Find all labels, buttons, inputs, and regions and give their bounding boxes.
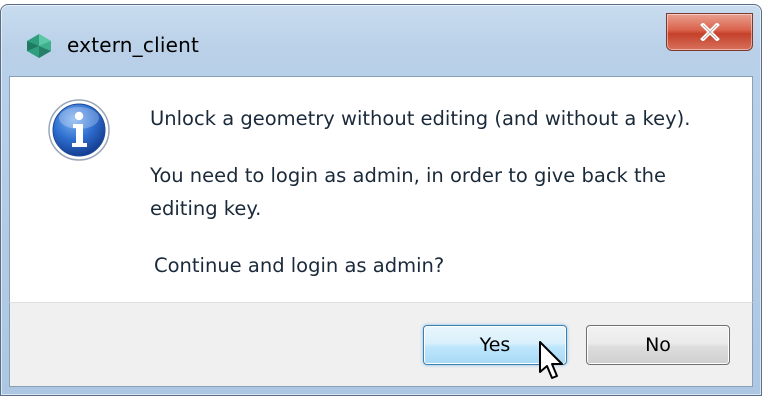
- yes-button[interactable]: Yes: [423, 325, 567, 365]
- message-line-1: Unlock a geometry without editing (and w…: [150, 107, 691, 130]
- app-logo-icon: [27, 34, 51, 58]
- info-icon: [48, 99, 110, 161]
- window-title: extern_client: [67, 33, 200, 57]
- no-button[interactable]: No: [586, 325, 730, 365]
- dialog-window: extern_client Unlock a geometry without …: [0, 4, 762, 396]
- message-line-3: Continue and login as admin?: [154, 254, 445, 277]
- close-icon: [700, 23, 720, 41]
- close-button[interactable]: [666, 13, 753, 51]
- desktop: extern_client Unlock a geometry without …: [0, 0, 764, 396]
- title-bar[interactable]: extern_client: [1, 5, 761, 77]
- dialog-content: Unlock a geometry without editing (and w…: [9, 76, 753, 302]
- button-bar: Yes No: [9, 302, 753, 387]
- message-line-2: You need to login as admin, in order to …: [150, 164, 667, 220]
